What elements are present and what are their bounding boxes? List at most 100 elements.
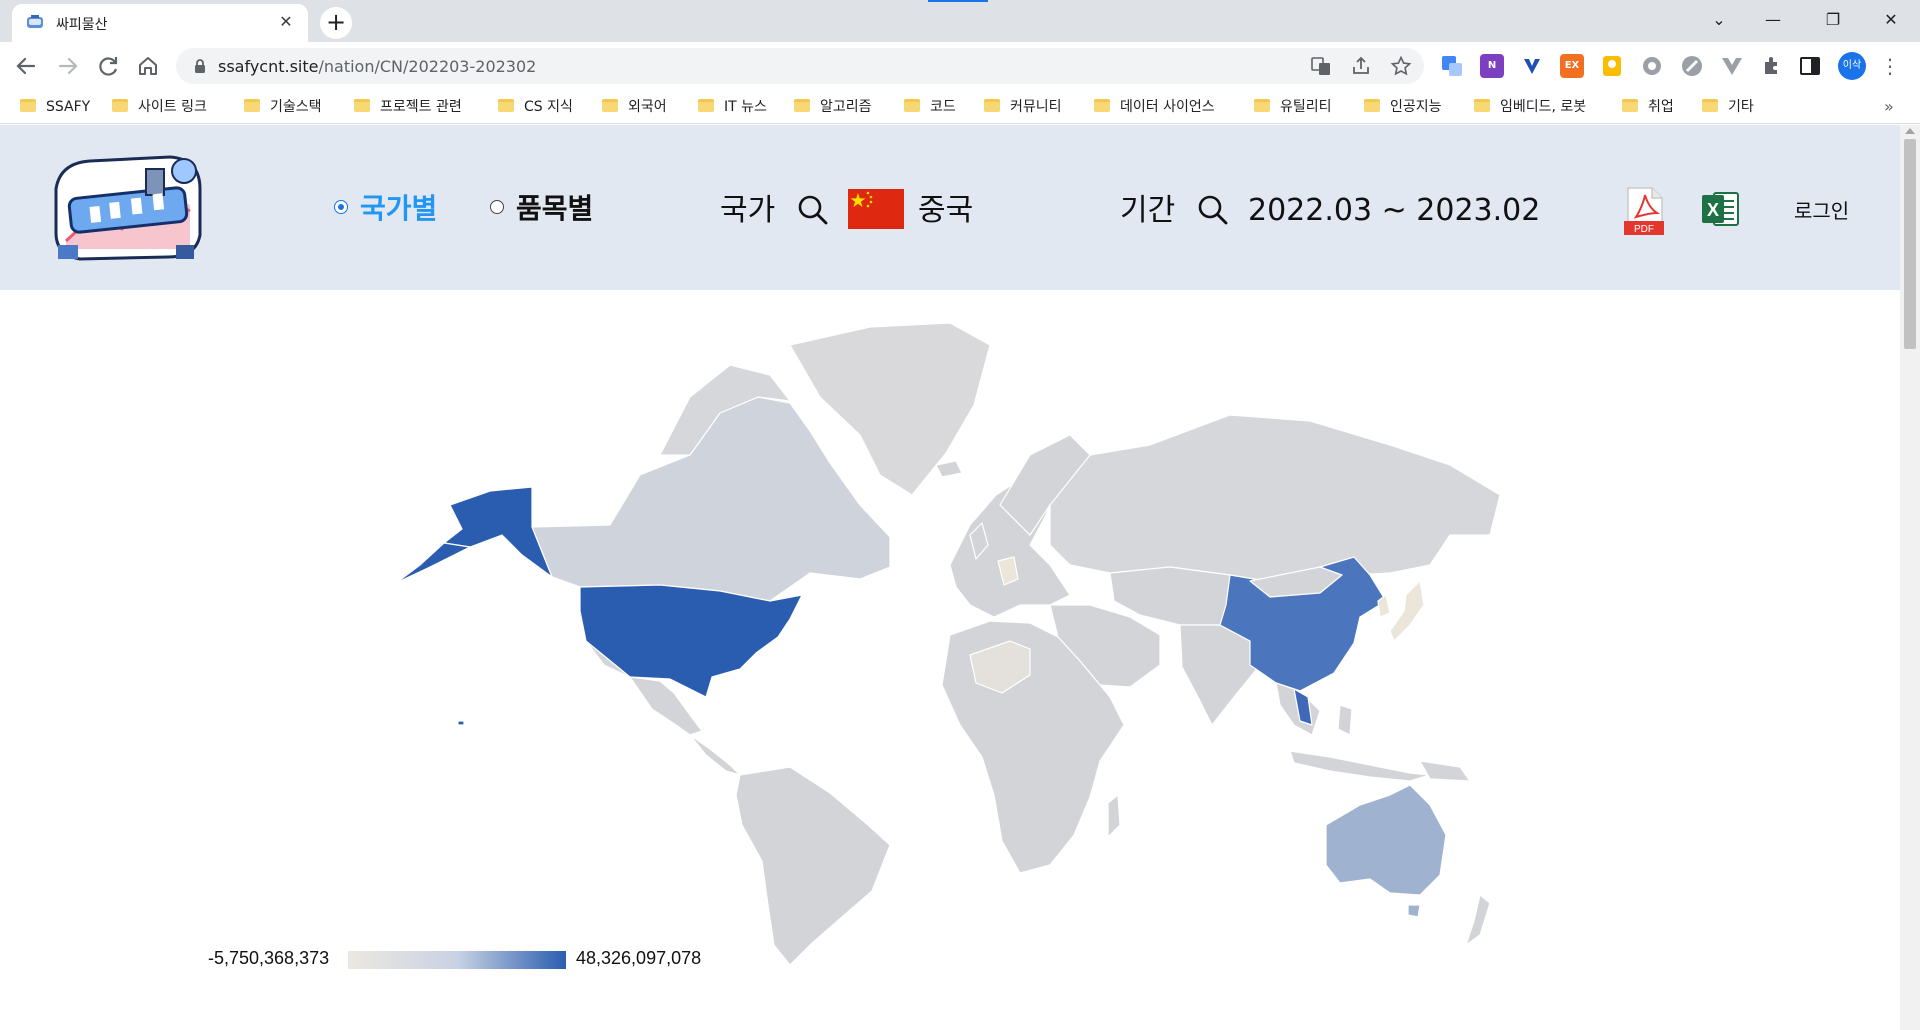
- map-region-alaska-peninsula[interactable]: [395, 542, 471, 584]
- folder-icon: [1094, 99, 1110, 112]
- map-region-iceland[interactable]: [935, 460, 963, 478]
- ex-extension-icon[interactable]: EX: [1560, 54, 1584, 78]
- circle-extension-icon[interactable]: [1680, 54, 1704, 78]
- legend-max-value: 48,326,097,078: [576, 948, 702, 968]
- map-region-tasmania[interactable]: [1407, 904, 1421, 918]
- folder-icon: [244, 99, 260, 112]
- map-region-korea-japan[interactable]: [1377, 580, 1425, 642]
- folder-icon: [794, 99, 810, 112]
- tab-search-icon[interactable]: ⌄: [1696, 6, 1742, 34]
- folder-icon: [1622, 99, 1638, 112]
- reload-icon[interactable]: [92, 50, 124, 82]
- map-region-south-america[interactable]: [735, 766, 891, 965]
- radio-by-nation[interactable]: 국가별: [334, 191, 437, 227]
- map-region-canada[interactable]: [531, 396, 891, 602]
- new-tab-button[interactable]: +: [320, 7, 352, 39]
- bookmark-folder[interactable]: 프로젝트 관련: [354, 97, 462, 117]
- share-icon[interactable]: [1350, 55, 1372, 77]
- onenote-icon[interactable]: N: [1480, 54, 1504, 78]
- browser-tab-active[interactable]: 싸피물산 ✕: [12, 4, 308, 42]
- vue-devtools-icon[interactable]: [1720, 54, 1744, 78]
- puzzle-icon[interactable]: [1760, 54, 1784, 78]
- country-label: 국가: [720, 193, 776, 228]
- scroll-thumb[interactable]: [1904, 139, 1916, 349]
- bookmarks-bar: SSAFY 사이트 링크 기술스택 프로젝트 관련 CS 지식 외국어 IT 뉴…: [0, 90, 1920, 124]
- map-region-australia[interactable]: [1325, 784, 1447, 896]
- bookmark-folder[interactable]: 데이터 사이언스: [1094, 97, 1215, 117]
- restore-button[interactable]: ❐: [1810, 6, 1856, 34]
- url-host: ssafycnt.site: [218, 57, 319, 76]
- scroll-up-arrow-icon[interactable]: [1905, 128, 1915, 134]
- excel-label: X: [1707, 200, 1719, 220]
- map-region-central-america[interactable]: [689, 734, 741, 776]
- bookmark-folder[interactable]: IT 뉴스: [698, 97, 767, 117]
- map-region-madagascar[interactable]: [1107, 794, 1121, 838]
- bookmark-folder[interactable]: 임베디드, 로봇: [1474, 97, 1586, 117]
- world-trade-map[interactable]: [390, 305, 1510, 965]
- browser-menu-icon[interactable]: ⋮: [1880, 52, 1900, 80]
- v-extension-icon[interactable]: [1520, 54, 1544, 78]
- bookmark-star-icon[interactable]: [1390, 55, 1412, 77]
- folder-icon: [698, 99, 714, 112]
- period-selector[interactable]: 기간: [1120, 191, 1229, 231]
- pdf-download-icon[interactable]: PDF: [1624, 187, 1664, 235]
- folder-icon: [904, 99, 920, 112]
- search-icon[interactable]: [1197, 194, 1229, 226]
- map-region-philippines[interactable]: [1337, 704, 1353, 736]
- page-scrollbar[interactable]: [1900, 125, 1920, 1030]
- bookmark-folder[interactable]: 사이트 링크: [112, 97, 207, 117]
- sidepanel-icon[interactable]: [1798, 54, 1822, 78]
- translate-icon[interactable]: [1440, 54, 1464, 78]
- home-icon[interactable]: [132, 50, 164, 82]
- bookmark-folder[interactable]: 기술스택: [244, 97, 322, 117]
- login-link[interactable]: 로그인: [1794, 197, 1849, 225]
- lock-icon[interactable]: [194, 58, 206, 74]
- folder-icon: [498, 99, 514, 112]
- excel-download-icon[interactable]: X: [1700, 189, 1740, 229]
- url-text[interactable]: ssafycnt.site/nation/CN/202203-202302: [218, 57, 536, 76]
- bookmark-folder[interactable]: CS 지식: [498, 97, 573, 117]
- bookmark-folder[interactable]: 기타: [1702, 97, 1754, 117]
- map-region-png[interactable]: [1419, 760, 1471, 782]
- map-region-usa[interactable]: [579, 584, 803, 698]
- address-bar[interactable]: ssafycnt.site/nation/CN/202203-202302: [176, 48, 1424, 84]
- map-region-russia[interactable]: [1049, 414, 1501, 586]
- country-selector[interactable]: 국가: [720, 191, 829, 231]
- radio-selected-indicator: [334, 200, 348, 214]
- bookmarks-overflow-icon[interactable]: »: [1884, 97, 1894, 116]
- tab-strip-accent: [928, 0, 988, 2]
- map-region-indonesia[interactable]: [1289, 750, 1431, 782]
- map-region-new-zealand[interactable]: [1465, 894, 1491, 946]
- pdf-label: PDF: [1634, 224, 1654, 235]
- folder-icon: [1254, 99, 1270, 112]
- bookmark-folder[interactable]: 알고리즘: [794, 97, 872, 117]
- gear-extension-icon[interactable]: [1640, 54, 1664, 78]
- keep-icon[interactable]: [1600, 54, 1624, 78]
- page-viewport: 국가별 품목별 국가 중국 기간 2022.03 ~ 2023.02 PDF X…: [0, 125, 1920, 1030]
- browser-tab-strip: 싸피물산 ✕ + ⌄ — ❐ ✕: [0, 0, 1920, 42]
- china-flag-icon: [848, 189, 904, 229]
- minimize-button[interactable]: —: [1750, 6, 1796, 34]
- folder-icon: [984, 99, 1000, 112]
- bookmark-folder[interactable]: 취업: [1622, 97, 1674, 117]
- folder-icon: [602, 99, 618, 112]
- radio-unselected-indicator: [490, 200, 504, 214]
- translate-page-icon[interactable]: [1310, 55, 1332, 77]
- site-logo[interactable]: [50, 149, 204, 265]
- forward-arrow-icon[interactable]: [52, 50, 84, 82]
- bookmark-folder[interactable]: SSAFY: [20, 97, 90, 117]
- search-icon[interactable]: [797, 194, 829, 226]
- bookmark-folder[interactable]: 코드: [904, 97, 956, 117]
- url-path: /nation/CN/202203-202302: [318, 57, 537, 76]
- back-arrow-icon[interactable]: [10, 50, 42, 82]
- bookmark-folder[interactable]: 유틸리티: [1254, 97, 1332, 117]
- folder-icon: [112, 99, 128, 112]
- map-region-hawaii[interactable]: [457, 720, 465, 726]
- radio-by-item[interactable]: 품목별: [490, 191, 593, 227]
- bookmark-folder[interactable]: 인공지능: [1364, 97, 1442, 117]
- close-window-button[interactable]: ✕: [1868, 6, 1914, 34]
- bookmark-folder[interactable]: 외국어: [602, 97, 667, 117]
- tab-close-icon[interactable]: ✕: [276, 12, 296, 32]
- profile-avatar[interactable]: 이삭: [1838, 52, 1866, 80]
- bookmark-folder[interactable]: 커뮤니티: [984, 97, 1062, 117]
